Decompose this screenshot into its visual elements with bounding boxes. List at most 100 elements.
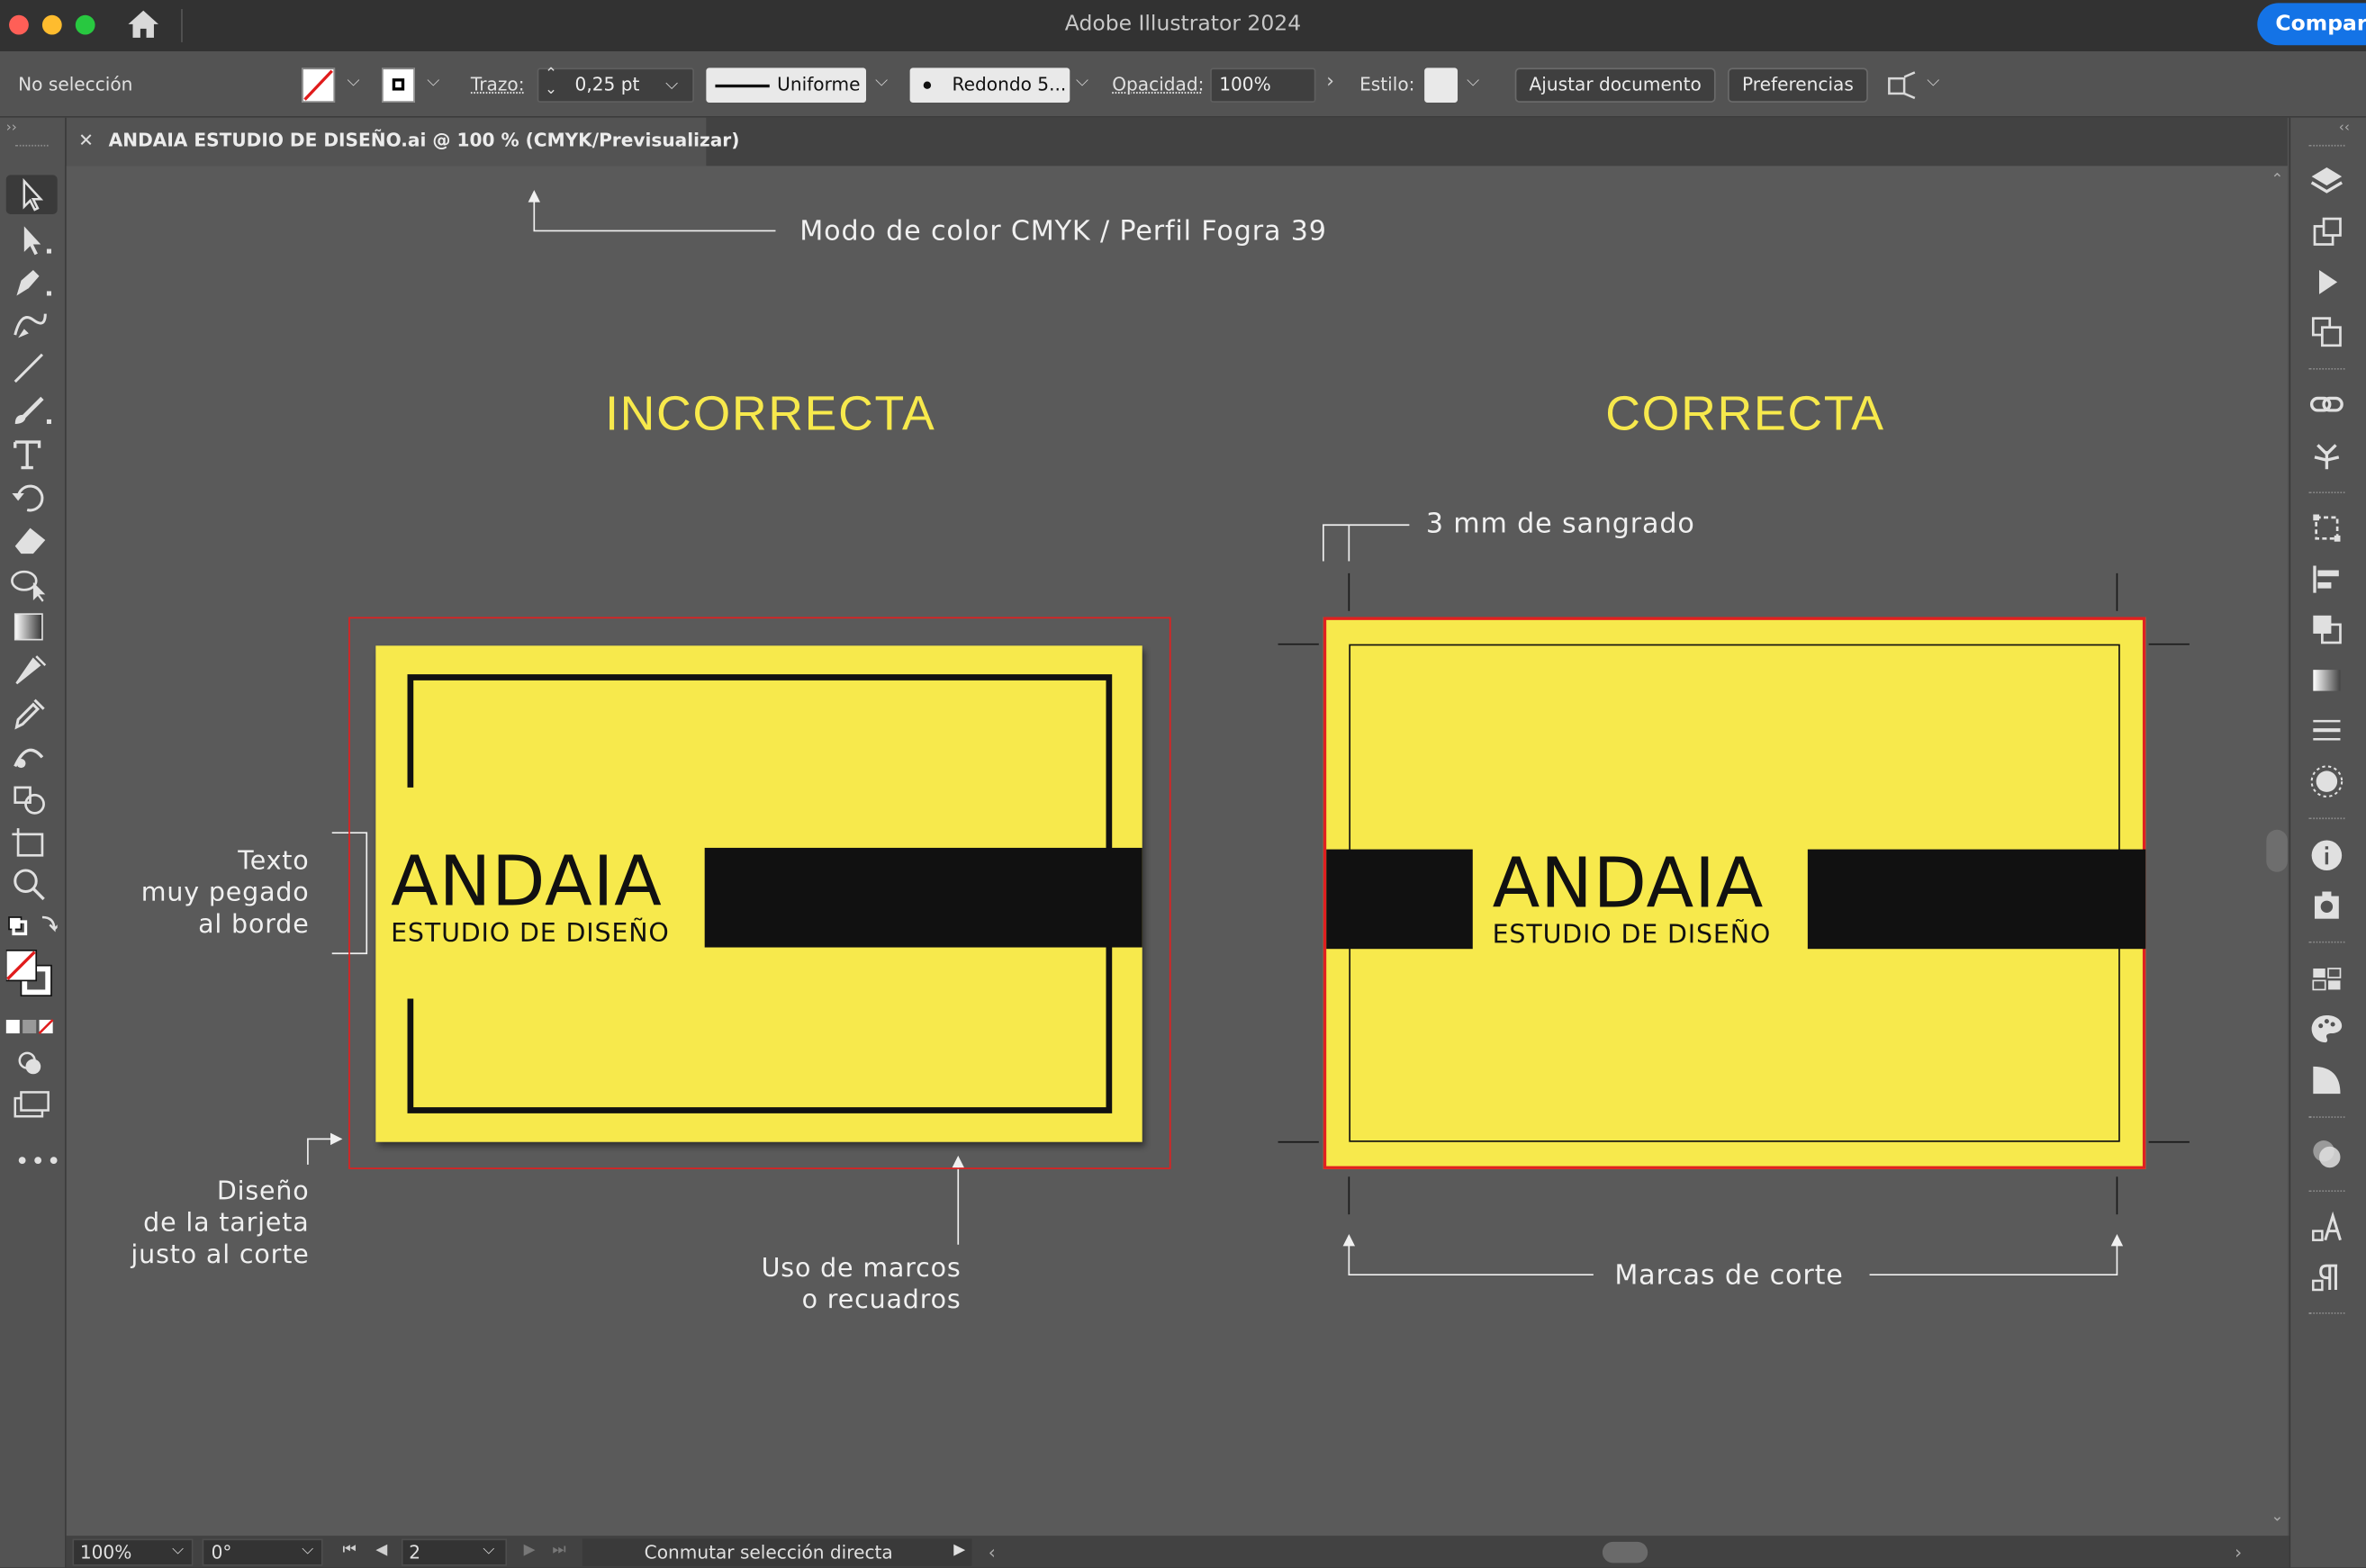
curvature-tool-icon[interactable] (6, 305, 58, 345)
scroll-right-icon[interactable]: › (2235, 1542, 2242, 1563)
next-artboard-icon[interactable]: ▶ (524, 1542, 536, 1558)
artboard-tool-icon[interactable] (6, 822, 58, 861)
transparency-icon[interactable] (2308, 1136, 2344, 1172)
brand-subtitle: ESTUDIO DE DISEÑO (391, 918, 670, 950)
chevron-down-icon[interactable]: ⌵ (347, 71, 359, 92)
align-icon[interactable] (2308, 561, 2344, 597)
preferences-button[interactable]: Preferencias (1728, 68, 1868, 103)
chevron-down-icon[interactable]: ⌵ (302, 1542, 313, 1558)
image-trace-icon[interactable] (2308, 887, 2344, 923)
stepper-icon[interactable]: ⌃ ⌄ (545, 68, 557, 98)
color-guide-icon[interactable] (2308, 1062, 2344, 1098)
pathfinder-icon[interactable] (2308, 611, 2344, 647)
stroke-weight-field[interactable]: ⌃ ⌄ 0,25 pt ⌵ (537, 68, 694, 103)
selection-tool-icon[interactable] (5, 175, 58, 214)
document-tab-title: ANDAIA ESTUDIO DE DISEÑO.ai @ 100 % (CMY… (108, 130, 740, 151)
chevron-down-icon[interactable]: ⌵ (875, 71, 888, 92)
chevron-down-icon[interactable]: ⌵ (665, 74, 678, 95)
incorrect-card[interactable]: ANDAIA ESTUDIO DE DISEÑO (375, 645, 1142, 1142)
layers-icon[interactable] (2308, 163, 2344, 199)
note-text-edge: Texto muy pegado al borde (140, 846, 310, 941)
zoom-value: 100% (79, 1541, 132, 1563)
scroll-up-icon[interactable]: ⌃ (2271, 172, 2283, 188)
tools-panel: ›› ••• (0, 117, 67, 1568)
stroke-label[interactable]: Trazo: (471, 74, 525, 95)
artboards-icon[interactable] (2308, 314, 2344, 350)
color-mode-note: Modo de color CMYK / Perfil Fogra 39 (799, 215, 1327, 248)
transform-icon[interactable] (2308, 509, 2344, 545)
chevron-down-icon[interactable]: ⌵ (1927, 71, 1939, 92)
swap-fill-stroke-icon[interactable] (6, 911, 60, 942)
mesh-tool-icon[interactable] (6, 650, 58, 689)
symbol-sprayer-tool-icon[interactable] (6, 779, 58, 818)
black-band-right (1807, 849, 2146, 950)
black-band-left (1326, 849, 1473, 950)
drawing-modes-icon[interactable] (6, 1044, 58, 1084)
gradient-panel-icon[interactable] (2308, 662, 2344, 698)
stroke-swatch[interactable] (382, 68, 415, 103)
screen-mode-icon[interactable] (6, 1086, 58, 1126)
opacity-field[interactable]: 100% (1210, 68, 1316, 103)
chevron-down-icon[interactable]: ⌵ (427, 71, 439, 92)
expand-panels-icon[interactable]: ‹‹ (2339, 121, 2350, 136)
paragraph-styles-icon[interactable] (2308, 1259, 2344, 1295)
fill-stroke-indicator[interactable] (5, 948, 58, 1008)
links-icon[interactable] (2308, 386, 2344, 422)
share-button[interactable]: Compart (2257, 3, 2366, 46)
actions-play-icon[interactable] (2308, 264, 2344, 300)
chevron-down-icon[interactable]: ⌵ (483, 1542, 494, 1558)
chevron-right-icon[interactable]: › (1326, 71, 1334, 94)
paintbrush-tool-icon[interactable] (6, 391, 58, 430)
asset-export-icon[interactable] (2308, 214, 2344, 250)
close-icon[interactable]: ✕ (78, 130, 94, 150)
collapse-icon[interactable]: ›› (6, 121, 17, 136)
opacity-label[interactable]: Opacidad: (1112, 74, 1204, 95)
eraser-tool-icon[interactable] (6, 520, 58, 560)
scroll-left-icon[interactable]: ‹ (989, 1542, 996, 1563)
graphic-style-swatch[interactable] (1424, 68, 1458, 103)
canvas[interactable]: ⌃ ⌄ Modo de color CMYK / Perfil Fogra 39… (66, 166, 2288, 1536)
correct-card[interactable]: ANDAIA ESTUDIO DE DISEÑO (1323, 617, 2146, 1169)
direct-selection-tool-icon[interactable] (6, 221, 58, 260)
puppet-warp-icon[interactable] (2308, 436, 2344, 472)
color-mode-icons[interactable] (5, 1015, 58, 1036)
eyedropper-tool-icon[interactable] (6, 692, 58, 732)
first-artboard-icon[interactable]: ⏮ (342, 1542, 356, 1558)
brush-definition[interactable]: Redondo 5... (909, 68, 1070, 103)
scroll-down-icon[interactable]: ⌄ (2271, 1509, 2283, 1525)
last-artboard-icon[interactable]: ⏭ (552, 1542, 565, 1558)
document-tab[interactable]: ✕ ANDAIA ESTUDIO DE DISEÑO.ai @ 100 % (C… (66, 117, 739, 167)
previous-artboard-icon[interactable]: ◀ (375, 1542, 387, 1558)
status-menu-icon[interactable]: ▶ (953, 1542, 965, 1558)
color-palette-icon[interactable] (2308, 1011, 2344, 1047)
horizontal-scroll-thumb[interactable] (1602, 1541, 1648, 1563)
pen-tool-icon[interactable] (6, 263, 58, 302)
app-title: Adobe Illustrator 2024 (1064, 12, 1302, 37)
appearance-icon[interactable] (2308, 763, 2344, 799)
vertical-scrollbar[interactable]: ⌃ ⌄ (2266, 166, 2288, 1536)
info-icon[interactable] (2308, 837, 2344, 873)
line-tool-icon[interactable] (6, 348, 58, 388)
adjust-document-button[interactable]: Ajustar documento (1514, 68, 1716, 103)
illustrator-window: Adobe Illustrator 2024 Compart No selecc… (0, 0, 2366, 1568)
swatches-icon[interactable] (2308, 961, 2344, 997)
none-fill-icon (303, 69, 333, 101)
scroll-thumb[interactable] (2266, 829, 2288, 872)
chevron-down-icon[interactable]: ⌵ (1076, 71, 1088, 92)
blend-tool-icon[interactable] (6, 736, 58, 776)
chevron-down-icon[interactable]: ⌵ (1467, 71, 1479, 92)
character-styles-icon[interactable] (2308, 1210, 2344, 1246)
chevron-down-icon[interactable]: ⌵ (172, 1542, 184, 1558)
gradient-tool-icon[interactable] (6, 607, 58, 646)
type-tool-icon[interactable] (6, 435, 58, 474)
rotate-tool-icon[interactable] (6, 477, 58, 517)
note-cut-edge: Diseño de la tarjeta justo al corte (131, 1176, 310, 1271)
variable-width-profile[interactable]: Uniforme (706, 68, 867, 103)
fill-swatch[interactable] (302, 68, 336, 103)
panel-dock: ‹‹ (2289, 117, 2366, 1568)
arrange-documents-icon[interactable] (1886, 71, 1919, 102)
shape-builder-tool-icon[interactable] (6, 564, 58, 604)
more-tools-icon[interactable]: ••• (15, 1147, 62, 1176)
stroke-panel-icon[interactable] (2308, 712, 2344, 748)
zoom-tool-icon[interactable] (6, 864, 58, 904)
